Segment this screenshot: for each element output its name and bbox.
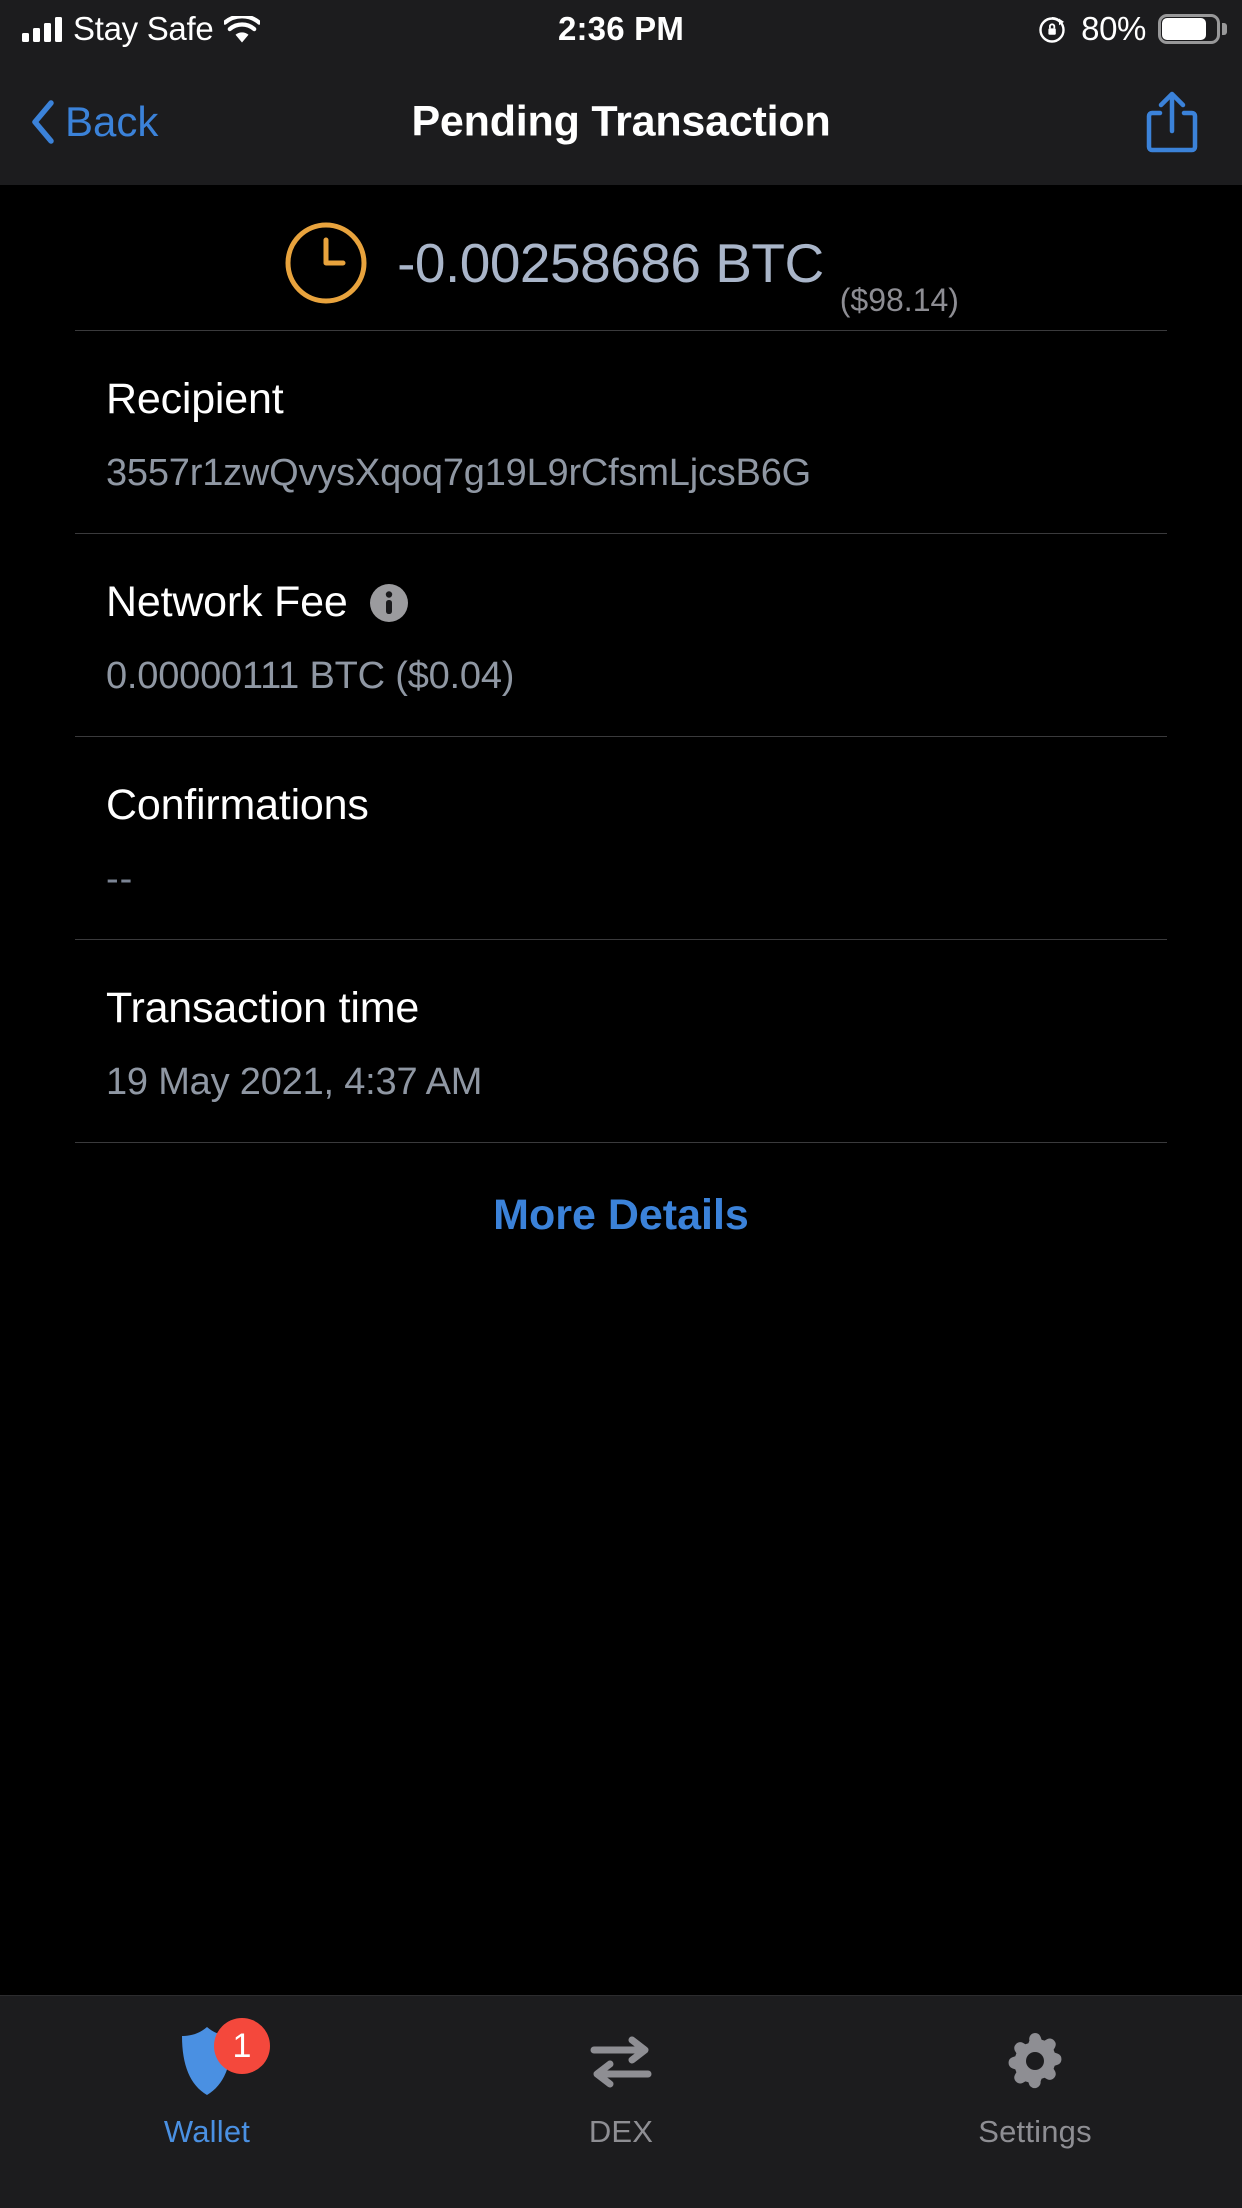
tab-label-dex: DEX [588,2114,654,2149]
network-fee-value: 0.00000111 BTC ($0.04) [106,655,515,697]
page-title: Pending Transaction [411,97,831,145]
transaction-fiat-amount: ($98.14) [839,282,959,318]
detail-label: Network Fee [106,578,348,626]
clock-icon [283,220,397,306]
navigation-bar: Back Pending Transaction [0,58,1242,185]
detail-row-confirmations: Confirmations -- [0,737,1242,939]
swap-arrows-icon [588,2031,654,2096]
detail-row-recipient: Recipient 3557r1zwQvysXqoq7g19L9rCfsmLjc… [0,331,1242,533]
gear-icon [1004,2030,1066,2097]
status-bar-right: 80% [1038,10,1227,48]
detail-row-transaction-time: Transaction time 19 May 2021, 4:37 AM [0,940,1242,1142]
tab-label-settings: Settings [978,2114,1092,2149]
more-details-wrap: More Details [0,1143,1242,1240]
status-bar: Stay Safe 2:36 PM 80% [0,0,1242,58]
tab-label-wallet: Wallet [163,2114,251,2149]
transaction-details-list: Recipient 3557r1zwQvysXqoq7g19L9rCfsmLjc… [0,330,1242,1240]
tab-icon-wrap: 1 [178,2018,270,2102]
tab-icon-wrap [588,2024,654,2102]
confirmations-value: -- [106,858,134,900]
detail-label-wrap: Network Fee [106,578,1242,627]
app-screen: Stay Safe 2:36 PM 80% Back Pending Trans… [0,0,1242,2208]
battery-icon [1158,14,1227,44]
detail-row-network-fee: Network Fee 0.00000111 BTC ($0.04) [0,534,1242,736]
transaction-amount: -0.00258686 BTC [397,231,824,294]
tab-settings[interactable]: Settings [828,1996,1242,2150]
rotation-lock-icon [1038,14,1069,45]
recipient-address-value[interactable]: 3557r1zwQvysXqoq7g19L9rCfsmLjcsB6G [106,452,1242,495]
tab-icon-wrap [1004,2024,1066,2102]
detail-label: Recipient [106,375,284,423]
info-icon[interactable] [368,582,410,624]
detail-label: Confirmations [106,781,369,829]
detail-label: Transaction time [106,984,420,1032]
more-details-link[interactable]: More Details [493,1191,749,1240]
tab-bar: 1 Wallet DEX Settings [0,1995,1242,2208]
wallet-badge: 1 [214,2018,270,2074]
tab-wallet[interactable]: 1 Wallet [0,1996,414,2150]
transaction-amount-row: -0.00258686 BTC ($98.14) [0,195,1242,330]
battery-percent-label: 80% [1081,10,1146,47]
transaction-time-value: 19 May 2021, 4:37 AM [106,1061,483,1103]
tab-dex[interactable]: DEX [414,1996,828,2150]
